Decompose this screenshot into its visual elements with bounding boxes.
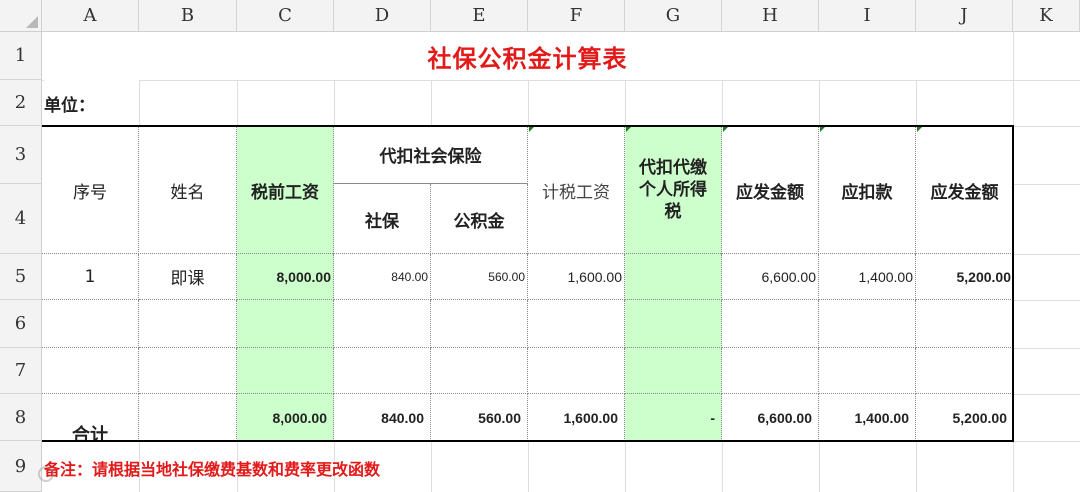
column-header-f[interactable]: F (528, 0, 625, 32)
total-fund[interactable]: 560.00 (431, 394, 528, 441)
column-header-i[interactable]: I (819, 0, 916, 32)
total-label[interactable]: 合计 (42, 394, 139, 441)
row-header-7[interactable]: 7 (0, 348, 42, 394)
header-income-tax-line2: 个人所得 (639, 180, 707, 200)
comment-indicator (820, 127, 825, 132)
sheet-title[interactable]: 社保公积金计算表 (42, 32, 1013, 80)
cell-empty[interactable] (42, 300, 139, 348)
cell-empty[interactable] (625, 300, 722, 348)
header-income-tax-line3: 税 (664, 202, 682, 222)
column-header-j[interactable]: J (916, 0, 1013, 32)
header-housing-fund[interactable]: 公积金 (431, 184, 528, 254)
cell-tax-1[interactable] (625, 254, 722, 300)
comment-indicator (917, 127, 922, 132)
row-header-5[interactable]: 5 (0, 254, 42, 300)
cell-empty[interactable] (625, 348, 722, 394)
header-seq[interactable]: 序号 (42, 126, 139, 254)
remark-note[interactable]: 备注：请根据当地社保缴费基数和费率更改函数 (44, 441, 644, 492)
cell-empty[interactable] (334, 300, 431, 348)
cell-fund-1[interactable]: 560.00 (431, 254, 528, 300)
header-income-tax-line1: 代扣代缴 (639, 158, 707, 178)
total-label-text: 合计 (72, 425, 108, 441)
cell-empty[interactable] (916, 348, 1013, 394)
header-withheld-insurance[interactable]: 代扣社会保险 (334, 126, 528, 184)
comment-indicator (529, 127, 534, 132)
column-header-d[interactable]: D (334, 0, 431, 32)
cell-seq-1[interactable]: 1 (42, 254, 139, 300)
column-header-a[interactable]: A (42, 0, 139, 32)
cell-net-1[interactable]: 5,200.00 (916, 254, 1013, 300)
cell-empty[interactable] (528, 300, 625, 348)
cell-deduct-1[interactable]: 1,400.00 (819, 254, 916, 300)
row-header-8[interactable]: 8 (0, 394, 42, 441)
cell-empty[interactable] (431, 348, 528, 394)
cell-pretax-1[interactable]: 8,000.00 (237, 254, 334, 300)
row-header-4[interactable]: 4 (0, 184, 42, 254)
cell-empty[interactable] (819, 300, 916, 348)
cell-empty[interactable] (528, 348, 625, 394)
column-header-b[interactable]: B (139, 0, 237, 32)
cell-empty[interactable] (237, 348, 334, 394)
spreadsheet: A B C D E F G H I J K 1 2 3 4 5 6 7 8 9 … (0, 0, 1080, 492)
cell-empty[interactable] (431, 300, 528, 348)
header-social-security[interactable]: 社保 (334, 184, 431, 254)
cell-gross-1[interactable]: 6,600.00 (722, 254, 819, 300)
total-deduct[interactable]: 1,400.00 (819, 394, 916, 441)
header-net-amount[interactable]: 应发金额 (916, 126, 1013, 254)
header-deductions[interactable]: 应扣款 (819, 126, 916, 254)
header-income-tax[interactable]: 代扣代缴 个人所得 税 (625, 126, 722, 254)
row-header-2[interactable]: 2 (0, 80, 42, 126)
column-header-k[interactable]: K (1013, 0, 1080, 32)
cell-empty[interactable] (237, 300, 334, 348)
cell-taxable-1[interactable]: 1,600.00 (528, 254, 625, 300)
cell-empty[interactable] (139, 300, 237, 348)
header-pretax-salary[interactable]: 税前工资 (237, 126, 334, 254)
cell-name-1[interactable]: 即课 (139, 254, 237, 300)
header-taxable-salary[interactable]: 计税工资 (528, 126, 625, 254)
watermark-logo-icon (38, 466, 54, 482)
total-social[interactable]: 840.00 (334, 394, 431, 441)
cell-empty[interactable] (42, 348, 139, 394)
table-border-right (1012, 125, 1014, 442)
comment-indicator (626, 127, 631, 132)
cell-empty[interactable] (139, 348, 237, 394)
cell-empty[interactable] (334, 348, 431, 394)
row-header-9[interactable]: 9 (0, 441, 42, 492)
table-border-top (42, 125, 1013, 127)
cell-empty[interactable] (139, 394, 237, 441)
cell-social-1[interactable]: 840.00 (334, 254, 431, 300)
select-all-corner[interactable] (0, 0, 42, 32)
column-header-g[interactable]: G (625, 0, 722, 32)
column-header-c[interactable]: C (237, 0, 334, 32)
total-taxable[interactable]: 1,600.00 (528, 394, 625, 441)
cell-empty[interactable] (916, 300, 1013, 348)
cell-empty[interactable] (819, 348, 916, 394)
cell-empty[interactable] (722, 300, 819, 348)
total-gross[interactable]: 6,600.00 (722, 394, 819, 441)
row-header-1[interactable]: 1 (0, 32, 42, 80)
total-pretax[interactable]: 8,000.00 (237, 394, 334, 441)
cell-empty[interactable] (722, 348, 819, 394)
total-tax[interactable]: - (625, 394, 722, 441)
row-header-6[interactable]: 6 (0, 300, 42, 348)
header-gross-amount[interactable]: 应发金额 (722, 126, 819, 254)
total-net[interactable]: 5,200.00 (916, 394, 1013, 441)
row-header-3[interactable]: 3 (0, 126, 42, 184)
column-header-h[interactable]: H (722, 0, 819, 32)
unit-label[interactable]: 单位： (44, 80, 139, 126)
column-header-e[interactable]: E (431, 0, 528, 32)
comment-indicator (723, 127, 728, 132)
header-name[interactable]: 姓名 (139, 126, 237, 254)
